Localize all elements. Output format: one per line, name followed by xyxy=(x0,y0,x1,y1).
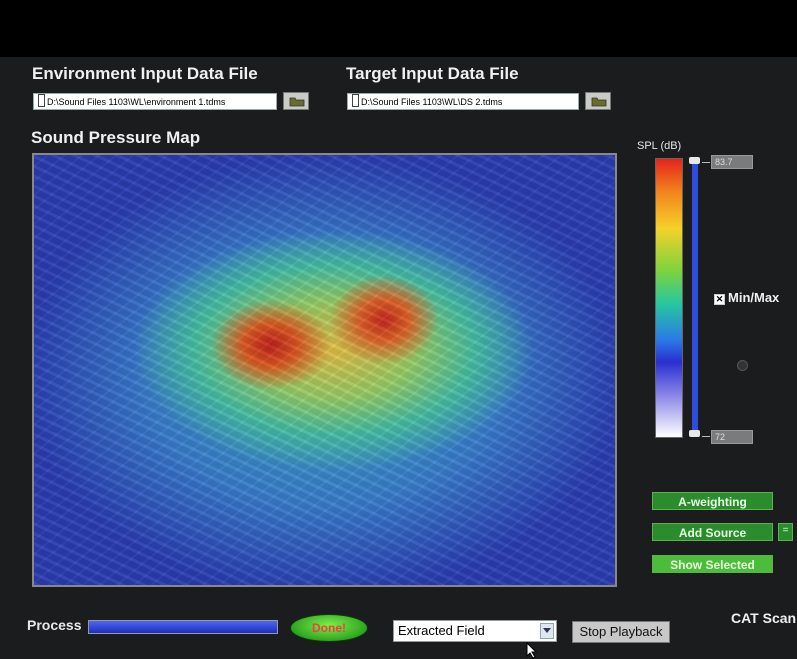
minmax-checkbox[interactable]: ✕ Min/Max xyxy=(714,290,779,305)
add-source-option-button[interactable]: = xyxy=(778,523,793,541)
spl-color-scale xyxy=(655,158,683,438)
checkbox-checked-icon: ✕ xyxy=(714,294,725,305)
engine-texture xyxy=(34,155,615,585)
spl-max-value[interactable]: 83.7 xyxy=(711,155,753,169)
min-tick xyxy=(702,436,710,437)
cat-scan-label: CAT Scan xyxy=(731,610,797,626)
field-select-value: Extracted Field xyxy=(398,623,485,638)
environment-file-label: Environment Input Data File xyxy=(32,64,258,83)
mouse-cursor-icon xyxy=(526,642,538,659)
slider-max-handle[interactable] xyxy=(689,157,700,164)
field-select[interactable]: Extracted Field xyxy=(393,620,557,642)
path-prefix-icon xyxy=(352,94,359,107)
max-tick xyxy=(702,162,710,163)
spl-min-value[interactable]: 72 xyxy=(711,430,753,444)
environment-file-path[interactable]: D:\Sound Files 1103\WL\environment 1.tdm… xyxy=(33,93,277,110)
show-selected-button[interactable]: Show Selected xyxy=(652,555,773,573)
scale-range-slider[interactable] xyxy=(692,160,698,436)
a-weighting-button[interactable]: A-weighting xyxy=(652,492,773,510)
folder-icon xyxy=(289,97,305,107)
chevron-down-icon xyxy=(543,628,551,633)
target-file-path[interactable]: D:\Sound Files 1103\WL\DS 2.tdms xyxy=(347,93,579,110)
slider-min-handle[interactable] xyxy=(689,430,700,437)
sound-pressure-map-image xyxy=(32,153,617,587)
process-label: Process xyxy=(27,617,82,633)
sound-pressure-map-title: Sound Pressure Map xyxy=(31,128,201,147)
spl-scale-label: SPL (dB) xyxy=(637,140,682,152)
process-progress-bar xyxy=(88,620,278,634)
done-indicator-button[interactable]: Done! xyxy=(290,614,368,642)
folder-icon xyxy=(591,97,607,107)
progress-fill xyxy=(89,621,277,633)
environment-browse-button[interactable] xyxy=(283,92,309,110)
indicator-led xyxy=(737,360,748,371)
dropdown-button[interactable] xyxy=(540,623,554,639)
add-source-button[interactable]: Add Source xyxy=(652,523,773,541)
stop-playback-button[interactable]: Stop Playback xyxy=(572,621,670,643)
target-file-label: Target Input Data File xyxy=(346,64,519,83)
top-black-band xyxy=(0,0,797,57)
path-prefix-icon xyxy=(38,94,45,107)
target-browse-button[interactable] xyxy=(585,92,611,110)
